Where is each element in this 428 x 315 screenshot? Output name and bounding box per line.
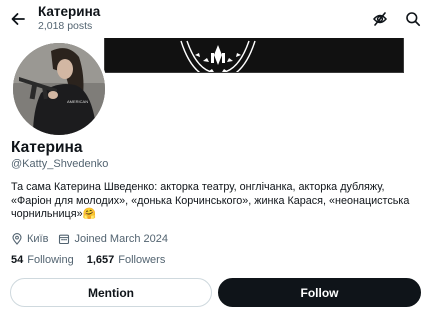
avatar[interactable]: AMERICAN xyxy=(10,40,108,138)
location-pin-icon xyxy=(12,233,22,245)
followers-count: 1,657 xyxy=(86,254,115,266)
profile-banner[interactable] xyxy=(104,36,404,73)
banner-emblem xyxy=(180,40,256,72)
hide-button[interactable] xyxy=(369,8,391,30)
search-icon xyxy=(406,12,421,27)
profile-page: Катерина 2,018 posts AMERICAN Катерина @… xyxy=(0,0,428,315)
location: Київ xyxy=(11,233,48,245)
join-date: Joined March 2024 xyxy=(58,233,168,245)
follow-stats: 54 Following 1,657 Followers xyxy=(11,254,178,266)
profile-bio: Та сама Катерина Шведенко: акторка театр… xyxy=(11,181,410,220)
following-count: 54 xyxy=(11,254,24,266)
posts-count: 2,018 posts xyxy=(38,20,93,32)
profile-name: Катерина xyxy=(11,139,83,156)
location-text: Київ xyxy=(27,233,49,245)
join-date-text: Joined March 2024 xyxy=(74,233,169,245)
back-arrow-icon xyxy=(11,13,25,25)
following-label: Following xyxy=(27,254,74,266)
profile-handle: @Katty_Shvedenko xyxy=(11,158,109,170)
search-button[interactable] xyxy=(402,8,424,30)
follow-button[interactable]: Follow xyxy=(218,278,421,307)
mention-button[interactable]: Mention xyxy=(10,278,212,307)
profile-meta: Київ Joined March 2024 xyxy=(11,232,178,246)
following-link[interactable]: 54 Following xyxy=(11,254,74,266)
calendar-icon xyxy=(59,234,70,245)
avatar-photo: AMERICAN xyxy=(13,43,105,135)
eye-off-icon xyxy=(373,12,387,26)
top-bar: Катерина 2,018 posts xyxy=(0,0,428,38)
back-button[interactable] xyxy=(6,7,30,31)
followers-link[interactable]: 1,657 Followers xyxy=(87,254,166,266)
header-title: Катерина xyxy=(38,4,101,19)
header-title-group: Катерина 2,018 posts xyxy=(38,4,100,33)
followers-label: Followers xyxy=(118,254,166,266)
svg-text:AMERICAN: AMERICAN xyxy=(67,99,88,104)
